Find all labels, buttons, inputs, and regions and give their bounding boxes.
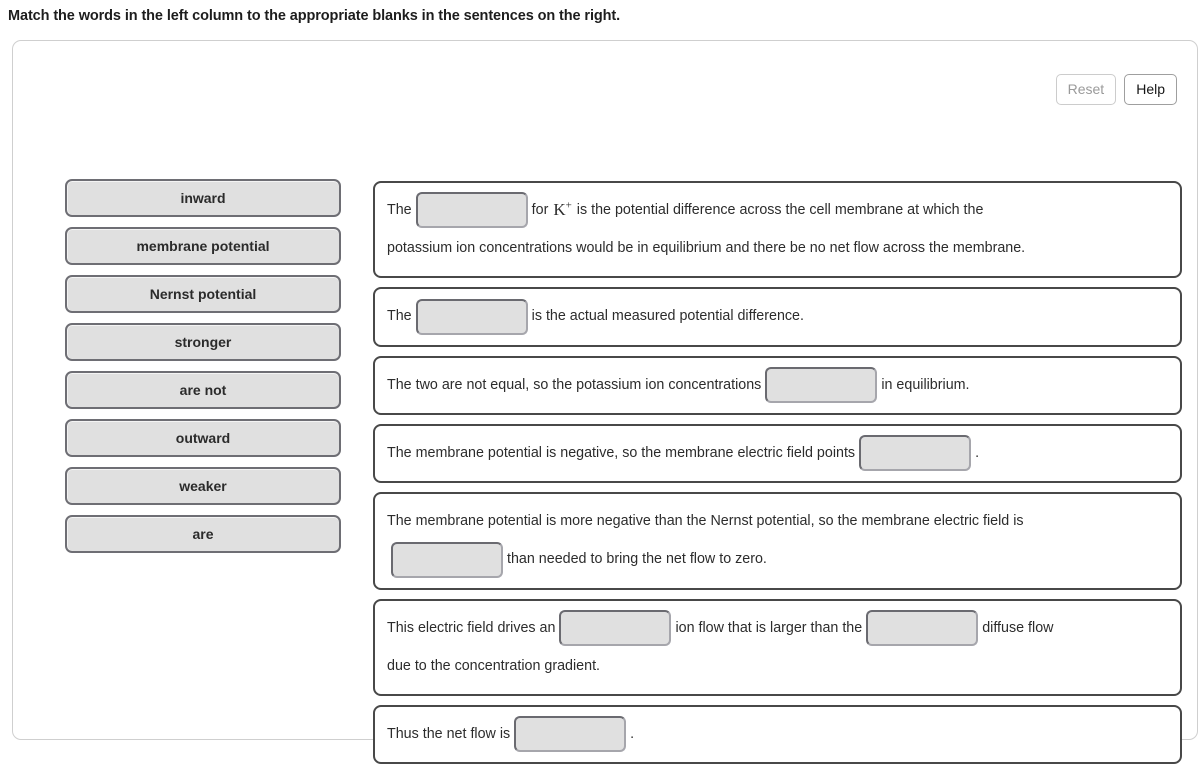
sentence-box: The is the actual measured potential diff… bbox=[373, 287, 1182, 347]
sentence-line: Thus the net flow is. bbox=[387, 716, 1168, 753]
sentence-line: than needed to bring the net flow to zer… bbox=[387, 541, 1168, 578]
answer-blank[interactable] bbox=[765, 366, 878, 403]
sentence-list: The for K+ is the potential difference ac… bbox=[373, 181, 1182, 773]
exercise-panel: Reset Help inward membrane potential Nerns… bbox=[12, 40, 1198, 765]
reset-button[interactable]: Reset bbox=[1055, 74, 1117, 105]
word-tile[interactable]: weaker bbox=[65, 467, 341, 505]
sentence-text: This electric field drives an bbox=[387, 619, 556, 636]
sentence-text: for bbox=[531, 202, 549, 219]
word-tile[interactable]: are bbox=[65, 515, 341, 553]
word-bank: inward membrane potential Nernst potential… bbox=[65, 179, 341, 563]
sentence-line: The two are not equal, so the potassium … bbox=[387, 366, 1168, 403]
page-title: Match the words in the left column to th… bbox=[8, 8, 621, 24]
sentence-text: than needed to bring the net flow to zer… bbox=[507, 551, 767, 568]
sentence-text: The membrane potential is more negative … bbox=[387, 513, 1024, 530]
sentence-text: ion flow that is larger than the bbox=[675, 619, 863, 636]
word-tile[interactable]: stronger bbox=[65, 323, 341, 361]
sentence-text: in equilibrium. bbox=[881, 376, 970, 393]
sentence-text: due to the concentration gradient. bbox=[387, 657, 601, 674]
answer-blank[interactable] bbox=[514, 716, 627, 753]
answer-blank[interactable] bbox=[415, 298, 528, 335]
sentence-line: The membrane potential is more negative … bbox=[387, 503, 1168, 539]
sentence-text: . bbox=[630, 726, 635, 743]
sentence-line: due to the concentration gradient. bbox=[387, 648, 1168, 684]
word-tile[interactable]: Nernst potential bbox=[65, 275, 341, 313]
sentence-text: The two are not equal, so the potassium … bbox=[387, 376, 762, 393]
sentence-line: potassium ion concentrations would be in… bbox=[387, 230, 1168, 266]
sentence-box: The for K+ is the potential difference ac… bbox=[373, 181, 1182, 279]
sentence-text: is the potential difference across the c… bbox=[576, 202, 984, 219]
word-tile[interactable]: are not bbox=[65, 371, 341, 409]
answer-blank[interactable] bbox=[559, 609, 672, 646]
answer-blank[interactable] bbox=[866, 609, 979, 646]
sentence-box: The two are not equal, so the potassium … bbox=[373, 355, 1182, 415]
answer-blank[interactable] bbox=[415, 192, 528, 229]
sentence-text: . bbox=[975, 445, 980, 462]
help-button[interactable]: Help bbox=[1124, 74, 1177, 105]
sentence-line: The is the actual measured potential diff… bbox=[387, 298, 1168, 335]
answer-blank[interactable] bbox=[859, 435, 972, 472]
toolbar: Reset Help bbox=[1055, 74, 1177, 105]
sentence-box: The membrane potential is negative, so t… bbox=[373, 423, 1182, 484]
sentence-line: The for K+ is the potential difference ac… bbox=[387, 192, 1168, 229]
ion-charge: + bbox=[565, 199, 572, 212]
sentence-text: potassium ion concentrations would be in… bbox=[387, 240, 1026, 257]
sentence-line: The membrane potential is negative, so t… bbox=[387, 435, 1168, 472]
sentence-box: This electric field drives an ion flow th… bbox=[373, 598, 1182, 696]
sentence-text: Thus the net flow is bbox=[387, 726, 511, 743]
word-tile[interactable]: membrane potential bbox=[65, 227, 341, 265]
sentence-text: is the actual measured potential differe… bbox=[531, 308, 804, 325]
sentence-text: diffuse flow bbox=[982, 619, 1054, 636]
word-tile[interactable]: inward bbox=[65, 179, 341, 217]
word-tile[interactable]: outward bbox=[65, 419, 341, 457]
sentence-text: The membrane potential is negative, so t… bbox=[387, 445, 856, 462]
answer-blank[interactable] bbox=[391, 541, 503, 578]
sentence-text: The bbox=[387, 202, 412, 219]
sentence-text: The bbox=[387, 308, 412, 325]
sentence-line: This electric field drives an ion flow th… bbox=[387, 609, 1168, 646]
sentence-box: Thus the net flow is. bbox=[373, 704, 1182, 765]
sentence-box: The membrane potential is more negative … bbox=[373, 492, 1182, 590]
ion-symbol: K+ bbox=[553, 199, 572, 220]
